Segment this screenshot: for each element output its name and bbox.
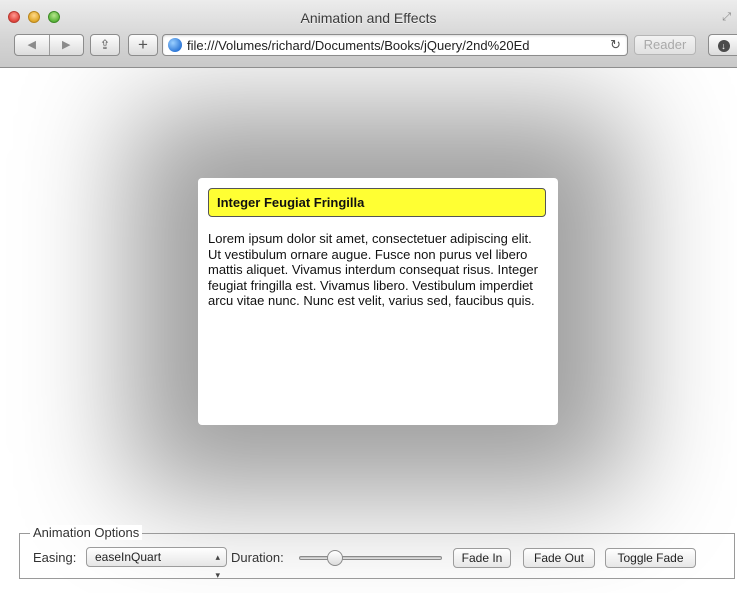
slider-track xyxy=(299,556,442,560)
select-arrows-icon: ▴ ▾ xyxy=(215,552,220,580)
easing-label: Easing: xyxy=(33,550,77,565)
plus-icon: + xyxy=(138,35,148,54)
duration-slider[interactable] xyxy=(299,549,442,567)
browser-chrome: Animation and Effects ⤢ ◀ ▶ ⇪ + file:///… xyxy=(0,0,737,68)
share-icon: ⇪ xyxy=(99,37,111,52)
animation-options-fieldset: Animation Options Easing: easeInQuart ▴ ▾… xyxy=(19,525,735,580)
easing-select-value: easeInQuart xyxy=(95,550,162,564)
dialog-title: Integer Feugiat Fringilla xyxy=(208,188,546,217)
download-icon: ↓ xyxy=(717,40,730,52)
slider-thumb[interactable] xyxy=(327,550,343,566)
dialog-body-text: Lorem ipsum dolor sit amet, consectetuer… xyxy=(208,231,538,308)
downloads-button[interactable]: ↓ xyxy=(708,34,737,56)
reader-button[interactable]: Reader xyxy=(634,35,696,55)
address-bar[interactable]: file:///Volumes/richard/Documents/Books/… xyxy=(162,34,628,56)
back-forward-buttons: ◀ ▶ xyxy=(14,34,84,56)
share-button[interactable]: ⇪ xyxy=(90,34,120,56)
fade-out-button[interactable]: Fade Out xyxy=(523,548,595,568)
new-tab-button[interactable]: + xyxy=(128,34,158,56)
fieldset-legend: Animation Options xyxy=(30,525,143,540)
dialog-box: Integer Feugiat Fringilla Lorem ipsum do… xyxy=(198,178,558,425)
fade-in-button[interactable]: Fade In xyxy=(453,548,511,568)
reload-icon[interactable]: ↻ xyxy=(610,37,621,53)
fullscreen-icon[interactable]: ⤢ xyxy=(722,11,731,24)
page-content: Integer Feugiat Fringilla Lorem ipsum do… xyxy=(0,68,737,593)
easing-select[interactable]: easeInQuart ▴ ▾ xyxy=(86,547,227,580)
globe-icon xyxy=(168,38,182,52)
window-title: Animation and Effects xyxy=(300,10,437,26)
toggle-fade-button[interactable]: Toggle Fade xyxy=(605,548,696,568)
duration-label: Duration: xyxy=(231,550,284,565)
browser-window: Animation and Effects ⤢ ◀ ▶ ⇪ + file:///… xyxy=(0,0,737,593)
forward-icon[interactable]: ▶ xyxy=(50,35,84,55)
url-text[interactable]: file:///Volumes/richard/Documents/Books/… xyxy=(187,38,597,53)
back-icon[interactable]: ◀ xyxy=(15,35,50,55)
